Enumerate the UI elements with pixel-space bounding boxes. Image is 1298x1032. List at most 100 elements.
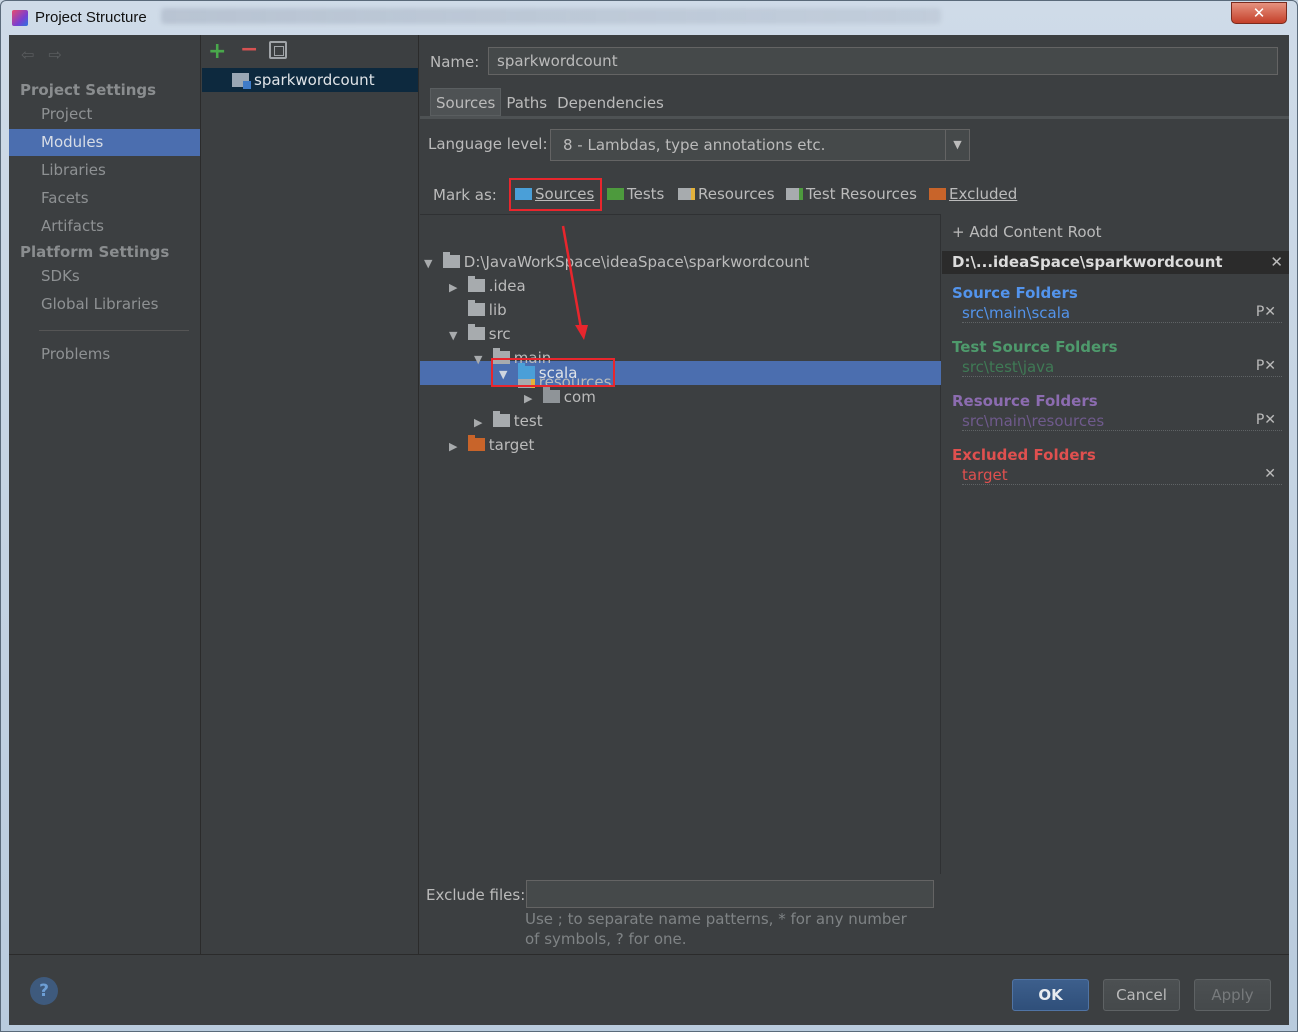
sidebar-item-artifacts[interactable]: Artifacts [9,213,200,240]
module-folder-icon [232,73,251,89]
project-structure-window: Project Structure ✕ ⇦ ⇨ Project Settings … [0,0,1298,1032]
mark-resources-label: Resources [698,185,775,203]
copy-module-icon[interactable] [269,41,287,59]
source-folders-header: Source Folders [952,284,1078,302]
dialog-footer: ? OK Cancel Apply [9,954,1289,1025]
module-tabs: Sources Paths Dependencies [430,88,669,116]
language-level-select[interactable]: 8 - Lambdas, type annotations etc. ▼ [550,129,970,161]
help-button[interactable]: ? [30,977,58,1005]
tree-src-label: src [488,325,511,343]
language-level-label: Language level: [428,135,548,153]
tree-node-target[interactable]: ▶ target [449,433,534,457]
module-list-panel: + − sparkwordcount [202,35,419,954]
tree-lib-label: lib [488,301,507,319]
tree-node-com[interactable]: ▶ com [524,385,596,409]
mark-sources-button[interactable]: Sources [509,178,602,211]
remove-root-icon[interactable]: ✕ [1270,251,1283,274]
test-source-folder-path-text: src\test\java [962,358,1055,376]
module-item-sparkwordcount[interactable]: sparkwordcount [202,68,418,92]
tree-node-root[interactable]: ▼ D:\JavaWorkSpace\ideaSpace\sparkwordco… [424,250,809,274]
tab-dependencies[interactable]: Dependencies [552,89,669,117]
mark-as-label: Mark as: [433,186,497,204]
remove-module-icon[interactable]: − [240,37,258,62]
remove-test-source-folder-icon[interactable]: P✕ [1256,358,1276,374]
ok-button[interactable]: OK [1012,979,1089,1011]
excluded-folders-header: Excluded Folders [952,446,1096,464]
source-folder-path: src\main\scala P✕ [962,304,1282,323]
folder-icon [467,300,485,316]
apply-button[interactable]: Apply [1194,979,1271,1011]
excluded-folder-icon [467,435,485,451]
language-level-value: 8 - Lambdas, type annotations etc. [563,136,826,154]
module-item-label: sparkwordcount [254,71,375,89]
sidebar-item-problems[interactable]: Problems [9,341,200,368]
exclude-files-input[interactable] [526,880,934,908]
tree-node-idea[interactable]: ▶ .idea [449,274,526,298]
nav-arrows: ⇦ ⇨ [21,45,76,64]
mark-tests-label: Tests [627,185,665,203]
mark-sources-label: Sources [535,185,595,203]
resource-folder-path: src\main\resources P✕ [962,412,1282,431]
tree-node-test[interactable]: ▶ test [474,409,543,433]
resource-folder-path-text: src\main\resources [962,412,1105,430]
settings-sidebar: ⇦ ⇨ Project Settings Project Modules Libr… [9,35,201,954]
tree-scala-label: scala [538,364,578,382]
expand-arrow-icon[interactable]: ▶ [524,387,538,411]
collapse-arrow-icon[interactable]: ▼ [424,252,438,276]
sidebar-item-modules[interactable]: Modules [9,129,200,156]
title-bar: Project Structure ✕ [1,1,1297,35]
mark-tests-button[interactable]: Tests [607,178,664,211]
tab-paths[interactable]: Paths [501,89,552,117]
folder-icon [467,324,485,340]
blurred-title-area [161,8,941,24]
mark-test-resources-label: Test Resources [806,185,917,203]
mark-test-resources-button[interactable]: Test Resources [786,178,917,211]
remove-resource-folder-icon[interactable]: P✕ [1256,412,1276,428]
collapse-arrow-icon[interactable]: ▼ [449,324,463,348]
tree-node-lib[interactable]: lib [449,298,507,322]
tree-idea-label: .idea [488,277,526,295]
tree-root-label: D:\JavaWorkSpace\ideaSpace\sparkwordcoun… [463,253,810,271]
expand-arrow-icon[interactable]: ▶ [449,276,463,300]
module-settings-panel: Name: sparkwordcount Sources Paths Depende… [420,35,1289,954]
platform-settings-header: Platform Settings [20,243,170,261]
collapse-arrow-icon[interactable]: ▼ [474,348,488,372]
sidebar-item-global-libraries[interactable]: Global Libraries [9,291,200,318]
excluded-folder-path-text: target [962,466,1008,484]
mark-resources-button[interactable]: Resources [678,178,775,211]
mark-excluded-label: Excluded [949,185,1018,203]
tree-node-src[interactable]: ▼ src [449,322,511,346]
back-arrow-icon[interactable]: ⇦ [21,45,34,64]
tree-com-label: com [563,388,596,406]
sidebar-item-sdks[interactable]: SDKs [9,263,200,290]
dropdown-arrow-icon[interactable]: ▼ [945,130,969,160]
content-root-path: D:\...ideaSpace\sparkwordcount [952,253,1223,271]
package-folder-icon [542,387,560,403]
exclude-files-hint: Use ; to separate name patterns, * for a… [525,910,907,948]
project-settings-header: Project Settings [20,81,157,99]
sidebar-item-libraries[interactable]: Libraries [9,157,200,184]
remove-excluded-folder-icon[interactable]: ✕ [1264,466,1276,482]
collapse-arrow-icon[interactable]: ▼ [499,363,513,387]
remove-source-folder-icon[interactable]: P✕ [1256,304,1276,320]
sidebar-item-project[interactable]: Project [9,101,200,128]
folder-icon [492,411,510,427]
tab-underline [420,116,1289,119]
tab-sources[interactable]: Sources [430,88,502,116]
add-module-icon[interactable]: + [208,39,226,64]
tree-node-scala[interactable]: ▼ scala [499,361,577,385]
cancel-button[interactable]: Cancel [1103,979,1180,1011]
expand-arrow-icon[interactable]: ▶ [474,411,488,435]
test-source-folders-header: Test Source Folders [952,338,1118,356]
close-window-button[interactable]: ✕ [1231,2,1287,24]
folder-icon [442,252,460,268]
dialog-body: ⇦ ⇨ Project Settings Project Modules Libr… [9,35,1289,1025]
sidebar-item-facets[interactable]: Facets [9,185,200,212]
module-name-input[interactable]: sparkwordcount [488,47,1278,75]
expand-arrow-icon[interactable]: ▶ [449,435,463,459]
exclude-files-label: Exclude files: [426,886,526,904]
test-source-folder-path: src\test\java P✕ [962,358,1282,377]
add-content-root-button[interactable]: + Add Content Root [952,223,1102,241]
mark-excluded-button[interactable]: Excluded [929,178,1017,211]
forward-arrow-icon[interactable]: ⇨ [48,45,61,64]
